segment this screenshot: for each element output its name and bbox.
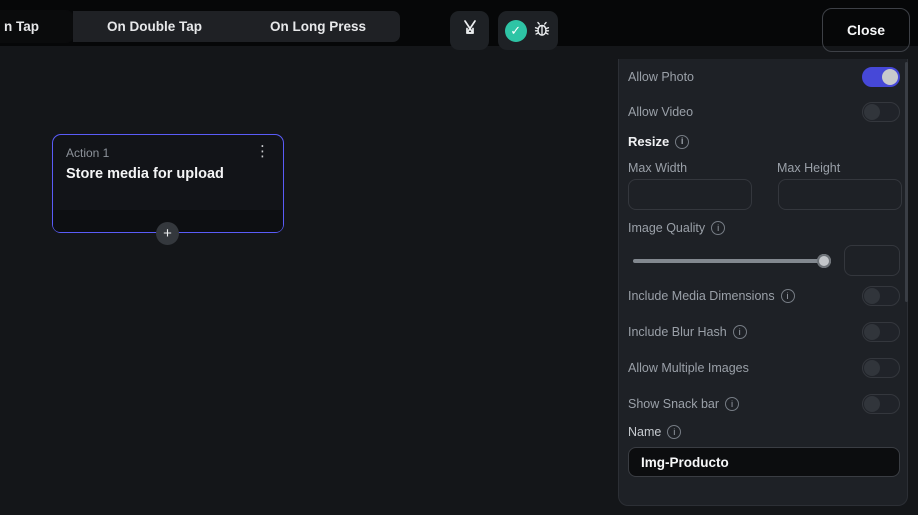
max-height-label: Max Height [777, 161, 900, 175]
flow-branch-icon [460, 18, 480, 43]
tab-on-double-tap[interactable]: On Double Tap [73, 11, 236, 42]
toggle-knob [882, 69, 898, 85]
max-width-label: Max Width [628, 161, 751, 175]
bug-icon[interactable] [533, 20, 551, 41]
allow-multiple-images-toggle[interactable] [862, 358, 900, 378]
action-card-header: Action 1 ⋮ [53, 135, 283, 160]
settings-panel: Allow Photo Allow Video Resize i Max Wid… [618, 59, 908, 506]
max-width-input[interactable] [628, 179, 752, 210]
panel-scrollbar[interactable] [905, 62, 908, 302]
allow-video-toggle[interactable] [862, 102, 900, 122]
image-quality-row [628, 245, 900, 276]
allow-photo-label: Allow Photo [628, 70, 694, 84]
allow-video-row: Allow Video [628, 102, 900, 122]
allow-photo-toggle[interactable] [862, 67, 900, 87]
show-snack-bar-toggle[interactable] [862, 394, 900, 414]
show-snack-bar-row: Show Snack bar i [628, 394, 900, 414]
size-labels-row: Max Width Max Height [628, 161, 900, 175]
action-index-label: Action 1 [66, 146, 109, 160]
flow-branch-button[interactable] [450, 11, 489, 50]
image-quality-slider[interactable] [633, 251, 830, 271]
name-label: Name i [628, 425, 681, 439]
include-media-dimensions-label: Include Media Dimensions i [628, 289, 795, 303]
toggle-knob [864, 104, 880, 120]
slider-knob[interactable] [817, 254, 831, 268]
resize-label: Resize i [628, 134, 689, 149]
toggle-knob [864, 396, 880, 412]
resize-heading-row: Resize i [628, 134, 900, 149]
top-bar: n Tap On Double Tap On Long Press ✓ Clos… [0, 0, 918, 46]
info-icon[interactable]: i [711, 221, 725, 235]
show-snack-bar-label: Show Snack bar i [628, 397, 739, 411]
allow-multiple-images-label: Allow Multiple Images [628, 361, 749, 375]
allow-video-label: Allow Video [628, 105, 693, 119]
toggle-knob [864, 288, 880, 304]
image-quality-label: Image Quality i [628, 221, 725, 235]
allow-photo-row: Allow Photo [628, 67, 900, 87]
include-blur-hash-toggle[interactable] [862, 322, 900, 342]
action-title: Store media for upload [53, 160, 283, 182]
info-icon[interactable]: i [675, 135, 689, 149]
info-icon[interactable]: i [733, 325, 747, 339]
slider-track [633, 259, 830, 263]
include-blur-hash-label: Include Blur Hash i [628, 325, 747, 339]
name-label-row: Name i [628, 425, 900, 439]
include-media-dimensions-row: Include Media Dimensions i [628, 286, 900, 306]
info-icon[interactable]: i [667, 425, 681, 439]
image-quality-input[interactable] [844, 245, 900, 276]
image-quality-label-row: Image Quality i [628, 221, 900, 235]
kebab-menu-icon[interactable]: ⋮ [252, 146, 273, 158]
action-card[interactable]: Action 1 ⋮ Store media for upload [52, 134, 284, 233]
tab-on-long-press[interactable]: On Long Press [236, 11, 400, 42]
info-icon[interactable]: i [725, 397, 739, 411]
include-media-dimensions-toggle[interactable] [862, 286, 900, 306]
toggle-knob [864, 324, 880, 340]
tab-on-tap[interactable]: n Tap [0, 11, 73, 42]
include-blur-hash-row: Include Blur Hash i [628, 322, 900, 342]
check-circle-icon[interactable]: ✓ [505, 20, 527, 42]
trigger-tabs: n Tap On Double Tap On Long Press [0, 11, 400, 42]
add-action-button[interactable]: + [156, 222, 179, 245]
validation-icon-group: ✓ [498, 11, 558, 50]
max-height-input[interactable] [778, 179, 902, 210]
size-inputs-row [628, 179, 900, 210]
allow-multiple-images-row: Allow Multiple Images [628, 358, 900, 378]
info-icon[interactable]: i [781, 289, 795, 303]
toggle-knob [864, 360, 880, 376]
close-button[interactable]: Close [822, 8, 910, 52]
name-input[interactable] [628, 447, 900, 477]
